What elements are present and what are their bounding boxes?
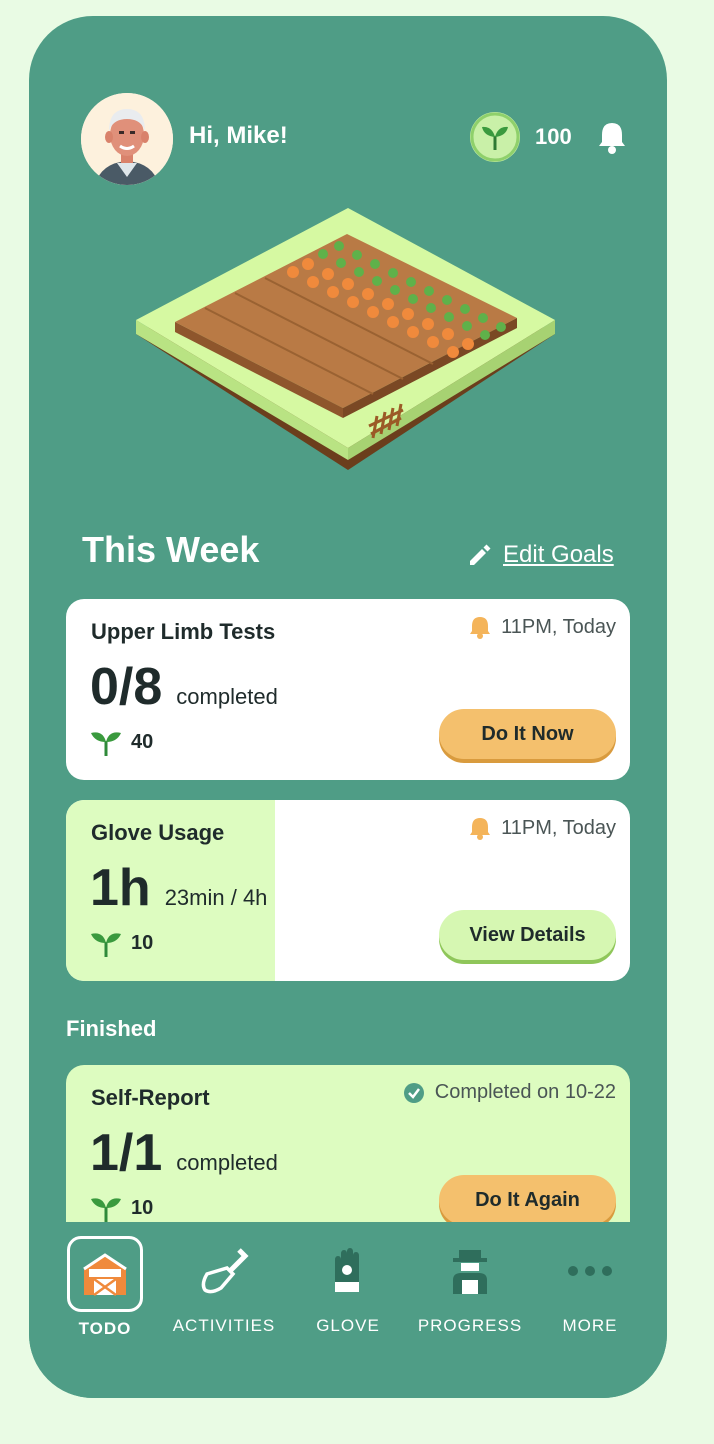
task-card-upper-limb[interactable]: Upper Limb Tests 11PM, Today 0/8 complet… <box>66 599 630 780</box>
task-progress-unit: completed <box>176 1150 278 1175</box>
edit-goals-label: Edit Goals <box>503 541 614 568</box>
task-due-text: 11PM, Today <box>501 615 616 638</box>
task-card-self-report[interactable]: Self-Report Completed on 10-22 1/1 compl… <box>66 1065 630 1246</box>
task-due: 11PM, Today <box>469 816 616 840</box>
bottom-nav: TODO ACTIVITIES GLOVE PROGRESS MORE <box>29 1222 667 1398</box>
reminder-bell-icon <box>470 617 491 639</box>
points-count: 100 <box>535 124 572 149</box>
task-reward: 10 <box>89 928 153 958</box>
more-dots-icon <box>555 1236 625 1306</box>
do-it-now-button[interactable]: Do It Now <box>439 709 616 759</box>
do-it-again-button[interactable]: Do It Again <box>439 1175 616 1225</box>
nav-item-todo[interactable]: TODO <box>50 1236 160 1339</box>
nav-item-activities[interactable]: ACTIVITIES <box>169 1236 279 1336</box>
task-reward-value: 40 <box>131 730 154 753</box>
task-title: Self-Report <box>91 1085 210 1110</box>
nav-item-more[interactable]: MORE <box>535 1236 645 1336</box>
sprout-icon <box>91 933 121 957</box>
task-due: 11PM, Today <box>469 615 616 639</box>
nav-label: PROGRESS <box>417 1316 523 1335</box>
app-screen: Hi, Mike! 100 This Week Edit Goals Upper… <box>29 16 667 1398</box>
check-circle-icon <box>403 1082 424 1103</box>
user-avatar[interactable] <box>81 93 173 185</box>
barn-icon <box>67 1236 143 1312</box>
edit-goals-link[interactable]: Edit Goals <box>467 541 614 569</box>
task-reward: 10 <box>89 1193 153 1223</box>
task-reward-value: 10 <box>131 931 154 954</box>
nav-item-glove[interactable]: GLOVE <box>293 1236 403 1336</box>
pencil-icon <box>470 544 491 565</box>
task-progress: 1/1 completed <box>90 1123 278 1183</box>
nav-label: GLOVE <box>316 1316 380 1335</box>
task-progress-value: 1/1 <box>90 1124 163 1182</box>
task-due-text: 11PM, Today <box>501 816 616 839</box>
farm-illustration <box>133 202 563 482</box>
task-status: Completed on 10-22 <box>403 1081 616 1104</box>
task-status-text: Completed on 10-22 <box>434 1081 616 1103</box>
task-progress-unit: 23min / 4h <box>164 885 268 910</box>
task-title: Glove Usage <box>91 820 225 845</box>
nav-label: ACTIVITIES <box>172 1316 276 1335</box>
view-details-button[interactable]: View Details <box>439 910 616 960</box>
task-progress-unit: completed <box>176 684 278 709</box>
nav-item-progress[interactable]: PROGRESS <box>415 1236 525 1336</box>
farmer-icon <box>435 1236 505 1306</box>
notification-bell-icon[interactable] <box>598 120 626 154</box>
sprout-icon <box>91 732 121 756</box>
section-title-finished: Finished <box>66 1016 157 1041</box>
glove-icon <box>313 1236 383 1306</box>
task-progress: 1h 23min / 4h <box>90 858 267 918</box>
task-reward: 40 <box>89 727 153 757</box>
seed-points-icon <box>470 112 520 162</box>
reminder-bell-icon <box>470 818 491 840</box>
greeting-text: Hi, Mike! <box>189 122 288 149</box>
nav-label: TODO <box>78 1319 132 1338</box>
task-progress-value: 0/8 <box>90 658 163 716</box>
nav-label: MORE <box>562 1316 618 1335</box>
task-reward-value: 10 <box>131 1196 154 1219</box>
shovel-icon <box>189 1236 259 1306</box>
task-progress-value: 1h <box>90 859 151 917</box>
task-title: Upper Limb Tests <box>91 619 276 644</box>
section-title-this-week: This Week <box>82 529 260 570</box>
task-progress: 0/8 completed <box>90 657 278 717</box>
sprout-icon <box>91 1198 121 1222</box>
task-card-glove-usage[interactable]: Glove Usage 11PM, Today 1h 23min / 4h 10… <box>66 800 630 981</box>
